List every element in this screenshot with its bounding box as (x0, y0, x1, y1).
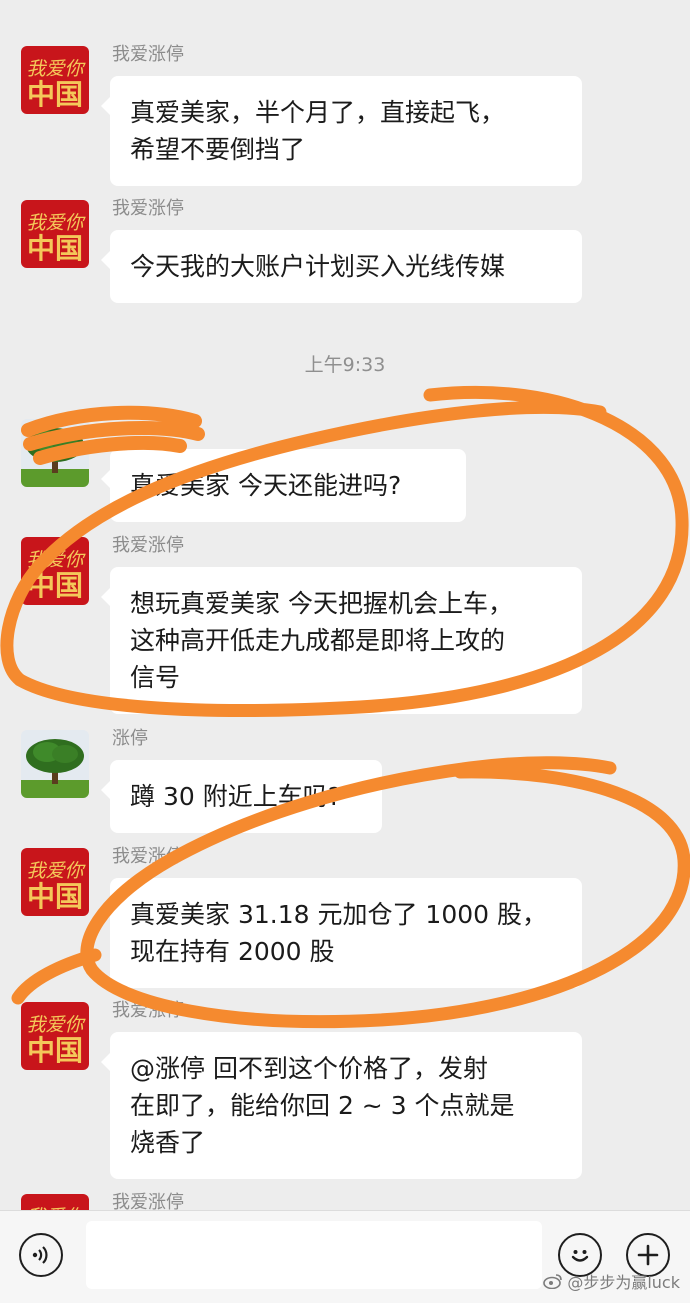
watermark: @步步为赢luck (543, 1269, 680, 1293)
avatar[interactable]: 我爱你中国 (21, 1002, 89, 1070)
sender-name: 我爱涨停 (112, 198, 184, 219)
message-bubble[interactable]: 想玩真爱美家 今天把握机会上车， 这种高开低走九成都是即将上攻的 信号 (101, 567, 582, 714)
avatar-slogan-bottom: 中国 (27, 569, 83, 602)
chat-area[interactable]: 我爱你 中国 我爱涨停 真爱美家，半个月了，直接起飞， 希望不要倒挡了 我爱你 中国… (0, 0, 690, 1210)
message-text: 烧香了 (130, 1128, 206, 1157)
avatar-slogan-top: 我爱你 (26, 58, 86, 80)
avatar-slogan-bottom: 中国 (27, 1034, 83, 1067)
sender-name: 涨停 (112, 728, 148, 749)
message-text: 真爱美家，半个月了，直接起飞， (130, 98, 506, 127)
message-text: 现在持有 2000 股 (130, 937, 335, 966)
avatar-slogan-top: 我爱你 (26, 212, 86, 234)
message-text: 在即了，能给你回 2 ~ 3 个点就是 (130, 1091, 515, 1120)
message-text: 真爱美家 31.18 元加仓了 1000 股， (130, 900, 547, 929)
message-text: @涨停 回不到这个价格了，发射 (130, 1054, 488, 1083)
tree-avatar[interactable] (21, 419, 89, 487)
sender-name: 我爱涨停 (112, 1000, 184, 1021)
sender-name: 我爱涨停 (112, 535, 184, 556)
message-bubble[interactable]: @涨停 回不到这个价格了，发射 在即了，能给你回 2 ~ 3 个点就是 烧香了 (101, 1032, 582, 1179)
message-text: 这种高开低走九成都是即将上攻的 (130, 626, 506, 655)
timestamp: 上午9:33 (304, 354, 386, 376)
message-text: 信号 (130, 663, 181, 692)
message-text: 今天我的大账户计划买入光线传媒 (130, 252, 506, 281)
message-text: 蹲 30 附近上车吗? (130, 782, 341, 811)
message-bubble[interactable]: 真爱美家 今天还能进吗? (101, 449, 466, 522)
avatar[interactable]: 我爱你中国 (21, 200, 89, 268)
tree-avatar[interactable] (21, 730, 89, 798)
watermark-text: @步步为赢luck (567, 1273, 680, 1292)
avatar[interactable]: 我爱你中国 (21, 1194, 89, 1210)
avatar-slogan-top: 我爱你 (26, 1014, 86, 1036)
weibo-logo-icon (543, 1274, 563, 1289)
message-bubble[interactable]: 今天我的大账户计划买入光线传媒 (101, 230, 582, 303)
message-bubble[interactable]: 真爱美家 31.18 元加仓了 1000 股， 现在持有 2000 股 (101, 878, 582, 988)
emoji-icon (571, 1250, 589, 1262)
message-text: 希望不要倒挡了 (130, 135, 306, 164)
avatar[interactable]: 我爱你中国 (21, 537, 89, 605)
message-text: 想玩真爱美家 今天把握机会上车， (130, 589, 513, 618)
avatar[interactable]: 我爱你中国 (21, 848, 89, 916)
voice-icon (32, 1246, 48, 1264)
sender-name: 我爱涨停 (112, 846, 184, 867)
avatar-slogan-bottom: 中国 (27, 78, 83, 111)
avatar-slogan-top: 我爱你 (26, 860, 86, 882)
input-bar: @步步为赢luck (0, 1210, 690, 1303)
message-bubble[interactable]: 真爱美家，半个月了，直接起飞， 希望不要倒挡了 (101, 76, 582, 186)
avatar-slogan-top: 我爱你 (26, 549, 86, 571)
avatar-slogan-bottom: 中国 (27, 232, 83, 265)
plus-icon (637, 1244, 659, 1266)
voice-button[interactable] (19, 1233, 63, 1277)
sender-name: 我爱涨停 (112, 44, 184, 65)
avatar[interactable]: 我爱你中国 (21, 46, 89, 114)
message-input[interactable] (86, 1221, 542, 1289)
sender-name: 我爱涨停 (112, 1192, 184, 1210)
message-bubble[interactable]: 蹲 30 附近上车吗? (101, 760, 382, 833)
avatar-slogan-bottom: 中国 (27, 880, 83, 913)
message-text: 真爱美家 今天还能进吗? (130, 471, 402, 500)
